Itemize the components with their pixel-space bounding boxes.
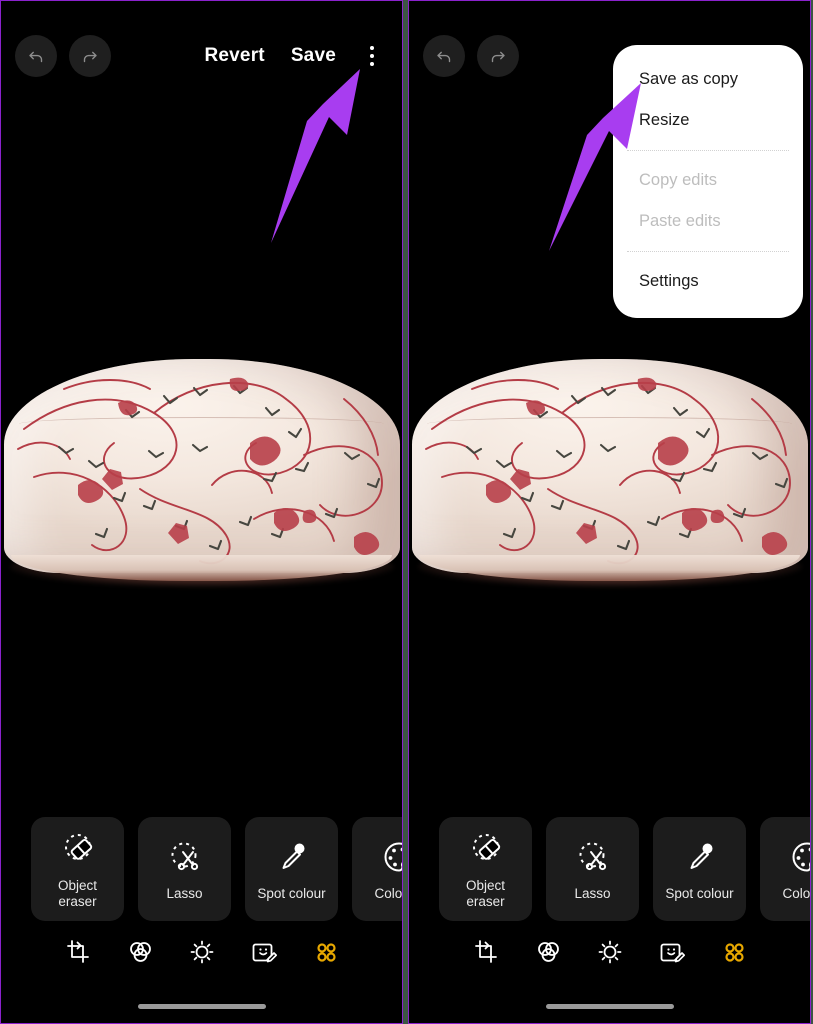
crop-rotate-icon (474, 940, 497, 963)
embroidery-pattern (16, 377, 383, 565)
nav-item-crop[interactable] (455, 929, 517, 975)
menu-item-paste-edits: Paste edits (639, 212, 721, 230)
tool-card-strip[interactable]: Object eraser Lasso Spot colour Colo (409, 813, 810, 925)
hat-photo (411, 355, 808, 587)
undo-button[interactable] (15, 35, 57, 77)
filters-circles-icon (129, 942, 151, 962)
menu-divider (627, 251, 789, 252)
redo-arrow-icon (83, 51, 97, 63)
brightness-sun-icon (598, 940, 621, 964)
tool-label: Lasso (166, 886, 203, 901)
crop-rotate-icon (66, 940, 89, 963)
tool-card-object-eraser[interactable]: Object eraser (439, 817, 532, 921)
redo-button[interactable] (69, 35, 111, 77)
brightness-sun-icon (190, 940, 213, 964)
menu-item-copy-edits: Copy edits (639, 171, 717, 189)
nav-item-tools[interactable] (703, 929, 765, 975)
four-dot-grid-icon (724, 943, 744, 962)
tool-label: Object eraser (57, 878, 98, 909)
colour-palette-icon (788, 836, 810, 878)
tool-card-strip[interactable]: Object eraser Lasso Spot colour Colo (1, 813, 402, 925)
three-dot-menu-icon (370, 46, 374, 50)
object-eraser-icon (59, 828, 97, 870)
lasso-scissors-icon (574, 836, 612, 878)
tool-label: Object eraser (465, 878, 506, 909)
tool-card-lasso[interactable]: Lasso (138, 817, 231, 921)
lasso-scissors-icon (166, 836, 204, 878)
redo-button[interactable] (477, 35, 519, 77)
menu-divider (627, 150, 789, 151)
eyedropper-icon (681, 836, 719, 878)
eyedropper-icon (273, 836, 311, 878)
revert-button[interactable]: Revert (198, 41, 270, 71)
hat-body (411, 359, 808, 573)
tool-label: Colour r (374, 886, 402, 901)
embroidery-pattern (424, 377, 791, 565)
overflow-dropdown-menu[interactable]: Save as copy Resize Copy edits Paste edi… (613, 45, 803, 318)
tool-card-colour-replace[interactable]: Colour r (760, 817, 810, 921)
object-eraser-icon (467, 828, 505, 870)
screenshot-root: Revert Save Object eraser Lasso Spot col… (0, 0, 813, 1024)
undo-arrow-icon (437, 51, 451, 63)
photo-canvas[interactable] (1, 111, 402, 813)
undo-button[interactable] (423, 35, 465, 77)
overflow-menu-button[interactable] (358, 39, 386, 73)
editor-top-bar: Revert Save (1, 1, 402, 111)
four-dot-grid-icon (316, 943, 336, 962)
nav-item-filters[interactable] (109, 929, 171, 975)
menu-item-settings[interactable]: Settings (613, 261, 803, 302)
tool-card-spot-colour[interactable]: Spot colour (653, 817, 746, 921)
menu-item-save-as-copy[interactable]: Save as copy (613, 59, 803, 100)
tool-label: Colour r (782, 886, 810, 901)
right-screenshot-panel: Object eraser Lasso Spot colour Colo Sav… (408, 0, 811, 1024)
filters-circles-icon (537, 942, 559, 962)
tool-card-object-eraser[interactable]: Object eraser (31, 817, 124, 921)
hat-body (3, 359, 400, 573)
nav-item-tools[interactable] (295, 929, 357, 975)
tool-card-colour-replace[interactable]: Colour r (352, 817, 402, 921)
tool-label: Lasso (574, 886, 611, 901)
hat-photo (3, 355, 400, 587)
tool-label: Spot colour (257, 886, 326, 901)
tool-card-spot-colour[interactable]: Spot colour (245, 817, 338, 921)
tool-label: Spot colour (665, 886, 734, 901)
sticker-markup-icon (660, 943, 685, 963)
editor-bottom-nav[interactable] (1, 925, 402, 979)
tool-card-lasso[interactable]: Lasso (546, 817, 639, 921)
left-screenshot-panel: Revert Save Object eraser Lasso Spot col… (0, 0, 403, 1024)
save-button[interactable]: Save (285, 41, 342, 71)
home-indicator (545, 1004, 674, 1009)
editor-bottom-nav[interactable] (409, 925, 810, 979)
nav-item-adjust[interactable] (171, 929, 233, 975)
nav-item-markup[interactable] (641, 929, 703, 975)
nav-item-crop[interactable] (47, 929, 109, 975)
colour-palette-icon (380, 836, 402, 878)
undo-arrow-icon (29, 51, 43, 63)
nav-item-filters[interactable] (517, 929, 579, 975)
sticker-markup-icon (252, 943, 277, 963)
home-indicator (137, 1004, 266, 1009)
nav-item-adjust[interactable] (579, 929, 641, 975)
nav-item-markup[interactable] (233, 929, 295, 975)
redo-arrow-icon (491, 51, 505, 63)
menu-item-resize[interactable]: Resize (613, 100, 803, 141)
